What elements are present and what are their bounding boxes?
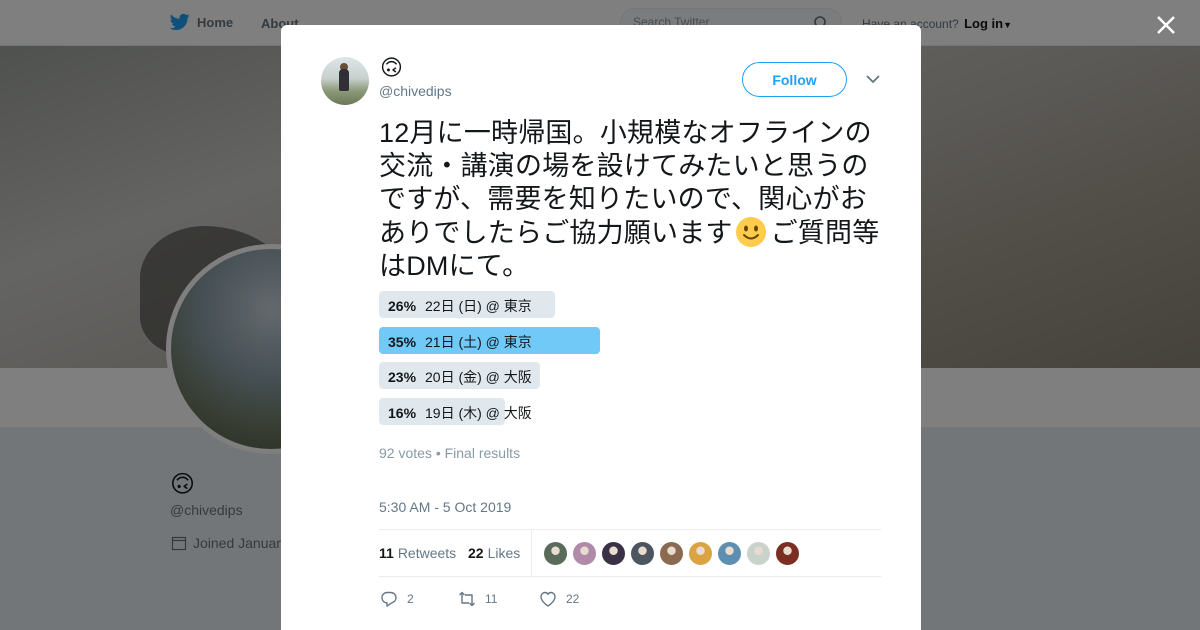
- retweets-count: 11: [379, 545, 394, 561]
- poll-option-label: 21日 (土) @ 東京: [425, 333, 532, 350]
- close-icon[interactable]: [1152, 11, 1180, 39]
- poll-option-label: 22日 (日) @ 東京: [425, 298, 532, 314]
- author-handle[interactable]: @chivedips: [379, 83, 452, 99]
- smiling-face-emoji-icon: [735, 217, 766, 247]
- reply-count: 2: [407, 592, 414, 606]
- poll-option: 16% 19日 (木) @ 大阪: [379, 397, 883, 425]
- liker-avatar[interactable]: [572, 541, 597, 566]
- tweet-actions: 2 11 22: [379, 589, 579, 609]
- liker-avatar[interactable]: [543, 541, 568, 566]
- poll-option-percent: 35%: [388, 333, 417, 350]
- poll-meta: 92 votes • Final results: [379, 445, 521, 461]
- author-avatar[interactable]: [321, 57, 369, 105]
- retweet-icon: [459, 591, 475, 607]
- retweet-count: 11: [485, 592, 498, 606]
- liker-avatar[interactable]: [746, 541, 771, 566]
- likes-count: 22: [468, 545, 484, 561]
- avatar-figure: [339, 69, 349, 91]
- poll: 26% 22日 (日) @ 東京 35% 21日 (土) @ 東京 23% 20日 (金)…: [379, 291, 883, 433]
- liker-avatar[interactable]: [630, 541, 655, 566]
- tweet-text: 12月に一時帰国。小規模なオフラインの交流・講演の場を設けてみたいと思うのですが…: [379, 117, 883, 283]
- likers-avatars: [543, 541, 804, 566]
- poll-option-text: 23% 20日 (金) @ 大阪: [388, 367, 532, 387]
- tweet-modal: 🙃 @chivedips Follow 12月に一時帰国。小規模なオフラインの交…: [281, 25, 921, 630]
- like-count: 22: [566, 592, 580, 606]
- poll-option-label: 20日 (金) @ 大阪: [425, 369, 532, 385]
- chevron-down-icon[interactable]: [865, 72, 881, 86]
- reply-icon: [381, 591, 397, 607]
- likes-stat[interactable]: 22 Likes: [468, 545, 520, 561]
- poll-option-percent: 23%: [388, 369, 417, 385]
- tweet-stats: 11 Retweets 22 Likes: [379, 529, 881, 577]
- heart-icon: [540, 591, 556, 607]
- retweets-label: Retweets: [397, 545, 457, 561]
- retweet-button[interactable]: 11: [457, 589, 538, 609]
- reply-button[interactable]: 2: [379, 589, 457, 609]
- poll-option-label: 19日 (木) @ 大阪: [425, 404, 532, 421]
- poll-option: 35% 21日 (土) @ 東京: [379, 326, 883, 354]
- like-button[interactable]: 22: [538, 589, 579, 609]
- follow-button[interactable]: Follow: [742, 62, 847, 97]
- liker-avatar[interactable]: [659, 541, 684, 566]
- liker-avatar[interactable]: [717, 541, 742, 566]
- poll-option: 26% 22日 (日) @ 東京: [379, 291, 883, 318]
- poll-option-text: 26% 22日 (日) @ 東京: [388, 296, 532, 316]
- liker-avatar[interactable]: [688, 541, 713, 566]
- retweets-stat[interactable]: 11 Retweets: [379, 545, 456, 561]
- poll-option-text: 16% 19日 (木) @ 大阪: [388, 403, 532, 423]
- author-name[interactable]: 🙃: [380, 55, 403, 81]
- stats-divider: [531, 530, 532, 577]
- poll-option-percent: 26%: [388, 298, 417, 314]
- likes-label: Likes: [487, 545, 521, 561]
- liker-avatar[interactable]: [775, 541, 800, 566]
- poll-option: 23% 20日 (金) @ 大阪: [379, 362, 883, 389]
- liker-avatar[interactable]: [601, 541, 626, 566]
- tweet-timestamp[interactable]: 5:30 AM - 5 Oct 2019: [379, 499, 511, 515]
- poll-option-text: 35% 21日 (土) @ 東京: [388, 332, 532, 352]
- poll-option-percent: 16%: [388, 404, 417, 421]
